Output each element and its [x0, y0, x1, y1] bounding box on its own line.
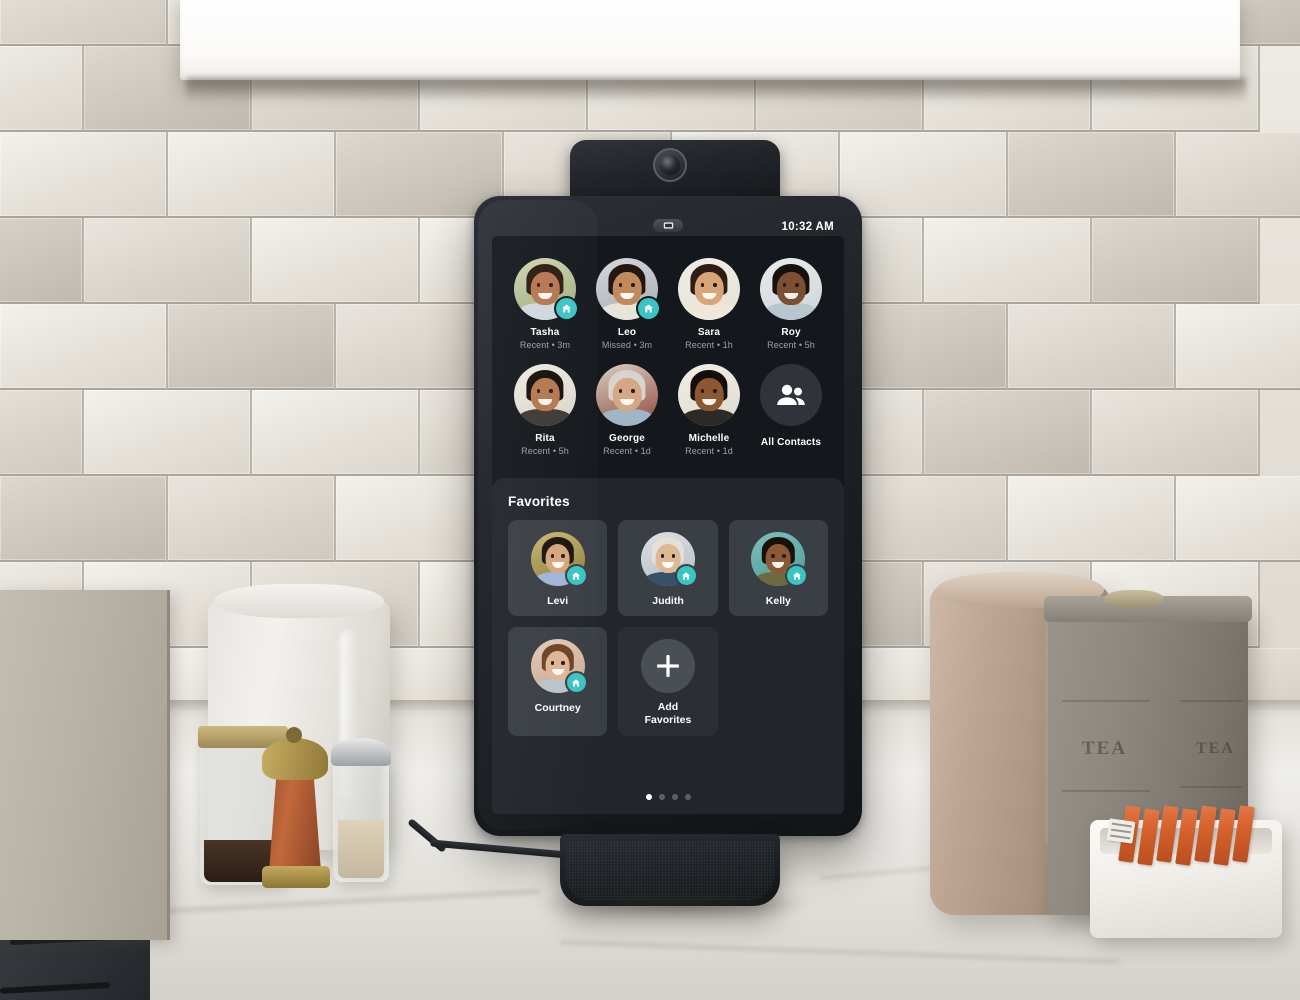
recent-contacts-grid: Tasha Recent • 3m Leo Missed • 3m Sara Recent… — [506, 258, 830, 456]
people-icon — [760, 364, 822, 426]
home-badge-icon — [566, 673, 586, 692]
favorite-name: Levi — [547, 595, 569, 607]
contact-status: Missed • 3m — [601, 340, 653, 350]
page-dot-2[interactable] — [658, 794, 665, 800]
recent-contact-michelle[interactable]: Michelle Recent • 1d — [670, 364, 748, 456]
tin-ornament — [1180, 786, 1242, 788]
contact-status: Recent • 5h — [521, 446, 569, 456]
page-indicator[interactable] — [492, 794, 844, 800]
avatar-wrapper — [596, 364, 658, 426]
upper-cabinet — [180, 0, 1240, 80]
pepper-mill-base — [262, 866, 330, 888]
camera-cover-icon[interactable] — [653, 219, 683, 232]
contact-status: Recent • 3m — [519, 340, 571, 350]
kitchen-scene: TEA TEA 10:32 AM Tasha Recent • 3m Leo Miss… — [0, 0, 1300, 1000]
avatar — [760, 258, 822, 320]
favorites-panel: Favorites Levi Judith Kelly Courtney Add Favo… — [492, 478, 844, 814]
favorite-name: Judith — [652, 595, 684, 607]
salt-shaker-cap — [331, 738, 391, 766]
plus-icon — [640, 639, 695, 693]
contact-status: Recent • 1d — [603, 446, 651, 456]
home-badge-icon — [566, 566, 586, 585]
home-badge-icon — [676, 566, 696, 585]
page-dot-3[interactable] — [671, 794, 678, 800]
favorite-card-courtney[interactable]: Courtney — [508, 627, 608, 737]
contact-status: Recent • 5h — [767, 340, 815, 350]
avatar-wrapper — [530, 639, 586, 693]
camera-lens-icon — [660, 155, 680, 175]
tin-ornament — [1180, 700, 1242, 702]
all-contacts-button[interactable]: All Contacts — [752, 364, 830, 456]
add-favorites-button[interactable]: Add Favorites — [618, 627, 718, 737]
avatar-wrapper — [678, 258, 740, 320]
add-favorites-label: Add Favorites — [645, 701, 692, 727]
page-dot-4[interactable] — [684, 794, 691, 800]
contact-name: Roy — [781, 327, 801, 338]
portal-device: 10:32 AM Tasha Recent • 3m Leo Missed • 3m S… — [474, 196, 862, 836]
add-line-2: Favorites — [644, 714, 692, 727]
contact-name: Tasha — [530, 327, 560, 338]
speaker-fabric — [566, 840, 774, 900]
favorite-card-levi[interactable]: Levi — [508, 520, 608, 616]
avatar-wrapper — [640, 532, 696, 586]
recent-contact-leo[interactable]: Leo Missed • 3m — [588, 258, 666, 350]
salt-contents — [338, 820, 384, 878]
pepper-mill-body — [269, 776, 321, 872]
avatar-wrapper — [530, 532, 586, 586]
avatar — [678, 258, 740, 320]
recent-contact-rita[interactable]: Rita Recent • 5h — [506, 364, 584, 456]
device-screen: Tasha Recent • 3m Leo Missed • 3m Sara Recent… — [492, 236, 844, 814]
recent-contact-tasha[interactable]: Tasha Recent • 3m — [506, 258, 584, 350]
avatar-wrapper — [514, 258, 577, 320]
recent-contacts-section: Tasha Recent • 3m Leo Missed • 3m Sara Recent… — [492, 236, 844, 470]
tin-ornament — [1062, 790, 1150, 792]
cabinet-shadow — [186, 78, 1246, 102]
recent-contact-sara[interactable]: Sara Recent • 1h — [670, 258, 748, 350]
contact-name: Rita — [535, 433, 555, 444]
pepper-mill-knob — [286, 727, 302, 743]
tea-tin-cap — [1104, 590, 1164, 608]
favorite-card-kelly[interactable]: Kelly — [728, 520, 828, 616]
contact-status: Recent • 1h — [685, 340, 733, 350]
favorite-name: Kelly — [765, 595, 791, 607]
device-shadow — [536, 892, 816, 918]
contact-name: George — [609, 433, 645, 444]
status-clock: 10:32 AM — [781, 221, 834, 233]
add-line-1: Add — [657, 701, 679, 713]
cutting-board — [0, 590, 170, 940]
pepper-mill-top — [262, 738, 328, 780]
contact-status: Recent • 1d — [685, 446, 733, 456]
favorites-grid: Levi Judith Kelly Courtney Add Favorites — [508, 520, 828, 737]
avatar-wrapper — [760, 258, 822, 320]
contact-name: Leo — [617, 327, 637, 338]
tea-tin-label: TEA — [1196, 740, 1235, 757]
avatar-wrapper — [596, 258, 659, 320]
avatar-wrapper — [514, 364, 576, 426]
recent-contact-george[interactable]: George Recent • 1d — [588, 364, 666, 456]
page-dot-1[interactable] — [645, 794, 652, 800]
tea-tin-label: TEA — [1082, 738, 1128, 759]
favorites-title: Favorites — [508, 494, 570, 509]
recent-contact-roy[interactable]: Roy Recent • 5h — [752, 258, 830, 350]
tin-ornament — [1062, 700, 1150, 702]
avatar — [596, 364, 658, 426]
status-bar: 10:32 AM — [492, 218, 844, 236]
home-badge-icon — [556, 298, 577, 319]
avatar — [514, 364, 576, 426]
avatar-wrapper — [678, 364, 740, 426]
canister-lid — [214, 584, 384, 618]
avatar-wrapper — [751, 532, 807, 586]
home-badge-icon — [638, 298, 659, 319]
contact-name: Sara — [697, 327, 721, 338]
favorite-name: Courtney — [534, 702, 581, 714]
all-contacts-label: All Contacts — [760, 437, 822, 448]
favorite-card-judith[interactable]: Judith — [618, 520, 718, 616]
tea-packet-tag — [1106, 818, 1136, 844]
avatar — [678, 364, 740, 426]
contact-name: Michelle — [688, 433, 730, 444]
